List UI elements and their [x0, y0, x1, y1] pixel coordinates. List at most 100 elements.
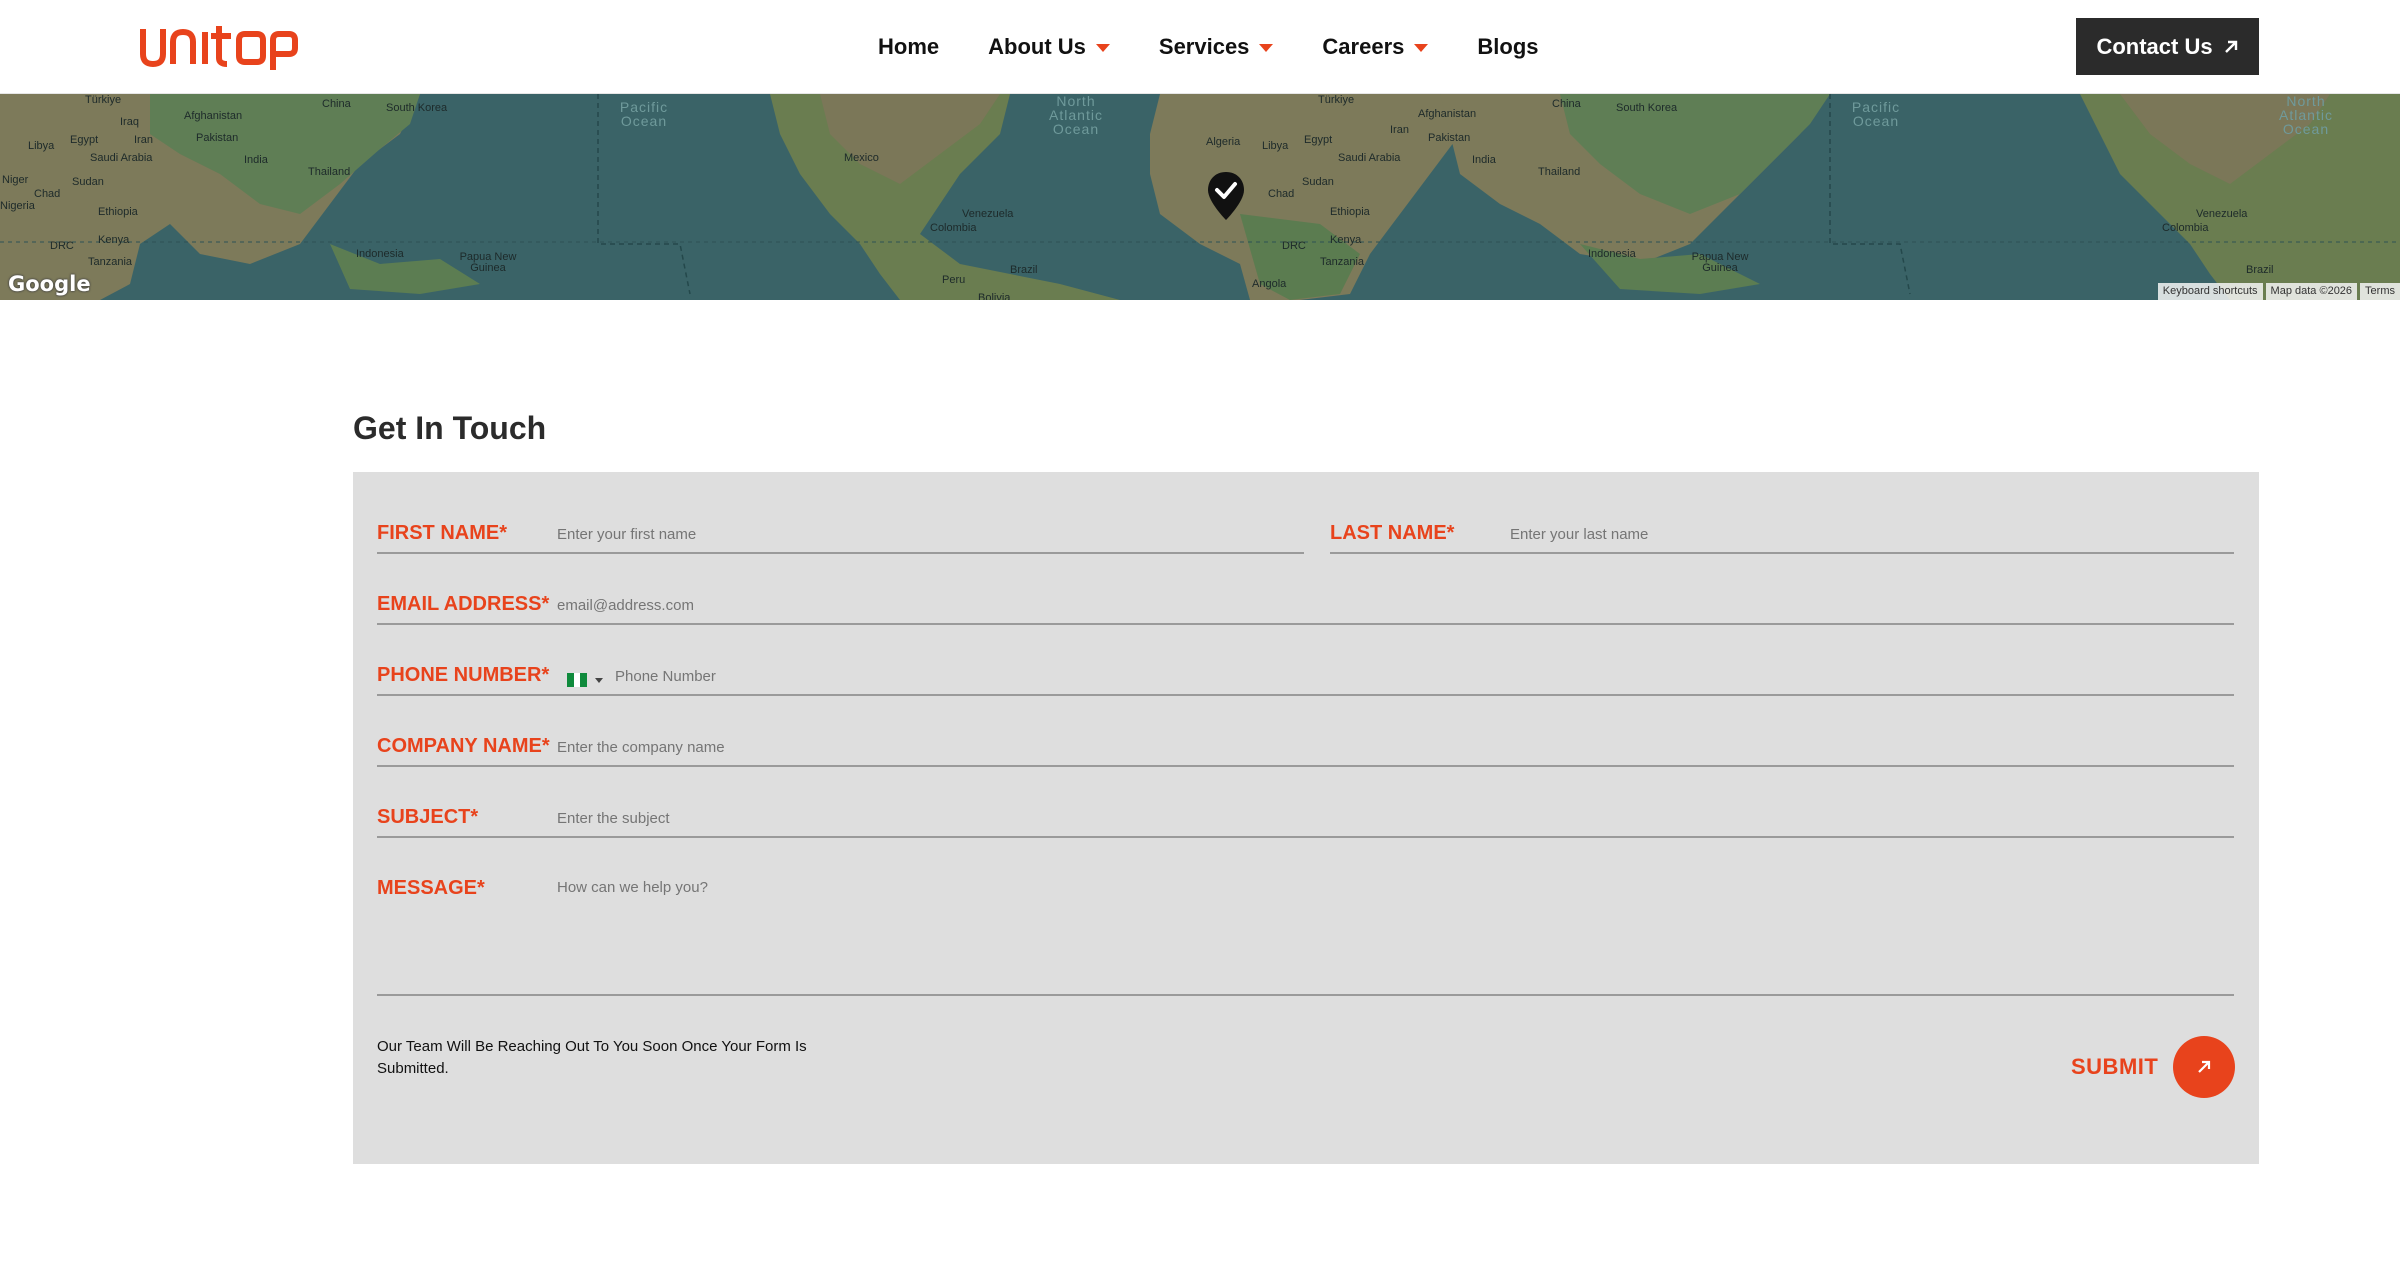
submit-button[interactable]	[2173, 1036, 2235, 1098]
email-label: EMAIL ADDRESS*	[377, 593, 550, 615]
map-label: Niger	[2, 174, 29, 186]
nav-services[interactable]: Services	[1159, 34, 1274, 60]
map-label: Egypt	[70, 134, 99, 146]
first-name-input[interactable]	[557, 526, 1277, 543]
contact-us-button[interactable]: Contact Us	[2076, 18, 2259, 75]
map-label: Papua New Guinea	[459, 251, 517, 274]
nav-blogs[interactable]: Blogs	[1477, 34, 1538, 60]
map-label: Indonesia	[1588, 248, 1636, 260]
map-label: Türkiye	[1318, 94, 1355, 106]
map-label: Brazil	[1010, 264, 1038, 276]
ocean-label: North Atlantic Ocean	[1049, 94, 1103, 137]
caret-down-icon	[1414, 44, 1429, 52]
map-label: Saudi Arabia	[90, 152, 153, 164]
subject-input[interactable]	[557, 810, 2207, 827]
map-label: Thailand	[308, 166, 351, 178]
map-label: Nigeria	[0, 200, 35, 212]
first-name-label: FIRST NAME*	[377, 522, 507, 544]
map-label: Thailand	[1538, 166, 1581, 178]
map-label: Türkiye	[85, 94, 122, 106]
country-dropdown-caret-icon[interactable]	[595, 678, 603, 683]
keyboard-shortcuts-link[interactable]: Keyboard shortcuts	[2157, 283, 2263, 300]
terms-link[interactable]: Terms	[2360, 283, 2400, 300]
logo-mark	[140, 26, 298, 70]
nav-about-us[interactable]: About Us	[988, 34, 1110, 60]
caret-down-icon	[1095, 44, 1110, 52]
last-name-input[interactable]	[1510, 526, 2210, 543]
map-label: Mexico	[844, 152, 879, 164]
nigeria-flag-icon[interactable]	[567, 673, 588, 687]
map-label: Tanzania	[1320, 256, 1365, 268]
map-label: Chad	[1268, 188, 1295, 200]
unitop-logo[interactable]	[139, 24, 299, 70]
map-label: South Korea	[1616, 102, 1678, 114]
phone-input[interactable]	[615, 668, 2215, 685]
email-field: EMAIL ADDRESS*	[377, 589, 2234, 625]
flag-stripe	[573, 673, 581, 687]
caret-down-icon	[1259, 44, 1274, 52]
map-label: Indonesia	[356, 248, 404, 260]
company-label: COMPANY NAME*	[377, 735, 550, 757]
map-label: Pakistan	[196, 132, 239, 144]
contact-us-label: Contact Us	[2096, 33, 2213, 59]
phone-label: PHONE NUMBER*	[377, 664, 550, 686]
map-label: Saudi Arabia	[1338, 152, 1401, 164]
company-input[interactable]	[557, 739, 2207, 756]
nav-home[interactable]: Home	[878, 34, 939, 60]
map-label: India	[244, 154, 268, 166]
arrow-up-right-icon	[2224, 40, 2237, 53]
map-label: Ethiopia	[98, 206, 138, 218]
first-name-field: FIRST NAME*	[377, 518, 1304, 554]
map-label: Pakistan	[1428, 132, 1471, 144]
map-terrain	[0, 94, 2400, 300]
map-label: Venezuela	[2196, 208, 2248, 220]
map-label: Sudan	[72, 176, 104, 188]
section-title: Get In Touch	[353, 410, 547, 446]
map-label: Tanzania	[88, 256, 133, 268]
map-marker-icon[interactable]	[1206, 170, 1246, 222]
map-label: Sudan	[1302, 176, 1334, 188]
last-name-label: LAST NAME*	[1330, 522, 1455, 544]
map-label: Peru	[942, 274, 966, 286]
email-input[interactable]	[557, 597, 2207, 614]
ocean-label: North Atlantic Ocean	[2279, 94, 2333, 137]
company-field: COMPANY NAME*	[377, 731, 2234, 767]
nav-home-label: Home	[878, 34, 940, 59]
map-label: Iran	[1390, 124, 1409, 136]
map-label: Bolivia	[978, 292, 1011, 300]
map-label: DRC	[50, 240, 74, 252]
submit-label[interactable]: SUBMIT	[2071, 1054, 2158, 1080]
message-label: MESSAGE*	[377, 877, 485, 899]
ocean-label: Pacific Ocean	[1851, 99, 1901, 129]
phone-field: PHONE NUMBER*	[377, 660, 2234, 696]
site-header: Home About Us Services Careers Blogs Con…	[0, 0, 2400, 94]
map-label: Ethiopia	[1330, 206, 1370, 218]
map-label: Iran	[134, 134, 153, 146]
map-label: Libya	[28, 140, 55, 152]
last-name-field: LAST NAME*	[1330, 518, 2234, 554]
map-label: Egypt	[1304, 134, 1333, 146]
map-label: Papua New Guinea	[1691, 251, 1749, 274]
location-map[interactable]: Türkiye Iraq Afghanistan China South Kor…	[0, 94, 2400, 300]
map-label: Colombia	[2162, 222, 2209, 234]
nav-careers[interactable]: Careers	[1322, 34, 1429, 60]
map-label: Libya	[1262, 140, 1289, 152]
message-textarea[interactable]	[557, 879, 2217, 984]
message-field: MESSAGE*	[377, 873, 2234, 996]
google-logo: Google	[8, 272, 91, 296]
map-label: South Korea	[386, 102, 448, 114]
map-label: Venezuela	[962, 208, 1014, 220]
map-label: Afghanistan	[184, 110, 243, 122]
nav-careers-label: Careers	[1322, 34, 1405, 59]
map-label: Colombia	[930, 222, 977, 234]
map-label: India	[1472, 154, 1496, 166]
map-label: China	[322, 98, 351, 110]
nav-services-label: Services	[1158, 34, 1250, 59]
flag-stripe	[580, 673, 588, 687]
nav-blogs-label: Blogs	[1477, 34, 1539, 59]
map-label: DRC	[1282, 240, 1306, 252]
nav-about-us-label: About Us	[988, 34, 1086, 59]
map-label: Kenya	[1330, 234, 1362, 246]
map-label: Algeria	[1206, 136, 1241, 148]
form-footnote: Our Team Will Be Reaching Out To You Soo…	[377, 1038, 807, 1077]
